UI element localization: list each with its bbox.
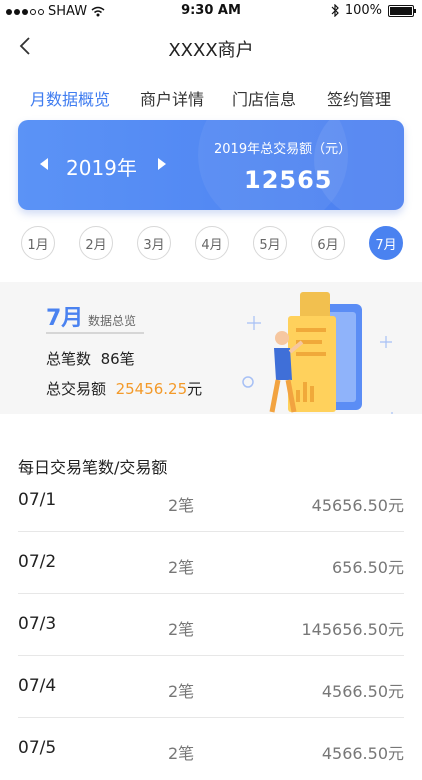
row-count: 2笔 <box>168 682 195 701</box>
row-date: 07/3 <box>18 614 57 634</box>
month-button-5[interactable]: 5月 <box>253 226 287 260</box>
row-count: 2笔 <box>168 558 195 577</box>
overview-divider <box>46 332 144 334</box>
battery-icon <box>388 4 416 17</box>
month-button-2[interactable]: 2月 <box>79 226 113 260</box>
row-date: 07/4 <box>18 676 57 696</box>
nav-bar: XXXX商户 <box>0 24 422 72</box>
previous-year-icon[interactable] <box>40 158 48 170</box>
count-value: 86笔 <box>100 350 135 368</box>
finance-illustration <box>242 292 393 414</box>
page-title: XXXX商户 <box>168 40 254 61</box>
month-button-7[interactable]: 7月 <box>369 226 403 260</box>
amount-unit: 元 <box>187 380 203 398</box>
month-button-1[interactable]: 1月 <box>21 226 55 260</box>
tab-merchant-details[interactable]: 商户详情 <box>140 86 204 110</box>
row-count: 2笔 <box>168 496 195 515</box>
month-button-6[interactable]: 6月 <box>311 226 345 260</box>
next-year-icon[interactable] <box>158 158 166 170</box>
row-count: 2笔 <box>168 620 195 639</box>
tab-bar: 月数据概览 商户详情 门店信息 签约管理 <box>0 78 422 118</box>
overview-count: 总笔数 86笔 <box>46 348 135 369</box>
year-total-label: 2019年总交易额（元） <box>214 142 352 157</box>
list-item[interactable]: 07/5 2笔 4566.50元 <box>0 718 422 780</box>
month-selector: 1月 2月 3月 4月 5月 6月 7月 <box>0 226 422 270</box>
row-count: 2笔 <box>168 744 195 763</box>
row-amount: 145656.50元 <box>301 620 404 639</box>
overview-subtitle: 数据总览 <box>88 314 137 328</box>
list-item[interactable]: 07/1 2笔 45656.50元 <box>0 470 422 532</box>
list-item[interactable]: 07/4 2笔 4566.50元 <box>0 656 422 718</box>
bluetooth-icon <box>331 4 339 17</box>
month-button-3[interactable]: 3月 <box>137 226 171 260</box>
status-bar: SHAW 9:30 AM 100% <box>0 0 422 24</box>
year-total-value: 12565 <box>244 166 333 194</box>
overview-month: 7月 <box>46 306 84 331</box>
month-button-4[interactable]: 4月 <box>195 226 229 260</box>
battery-percent: 100% <box>344 3 382 18</box>
overview-amount: 总交易额 25456.25元 <box>46 378 202 399</box>
count-label: 总笔数 <box>46 350 92 368</box>
row-amount: 4566.50元 <box>321 744 404 763</box>
amount-label: 总交易额 <box>46 380 107 398</box>
tab-monthly-overview[interactable]: 月数据概览 <box>30 86 110 110</box>
row-amount: 45656.50元 <box>311 496 404 515</box>
year-summary-card: 2019年 2019年总交易额（元） 12565 <box>18 120 404 210</box>
list-item[interactable]: 07/3 2笔 145656.50元 <box>0 594 422 656</box>
row-amount: 656.50元 <box>332 558 404 577</box>
row-date: 07/1 <box>18 490 57 510</box>
row-amount: 4566.50元 <box>321 682 404 701</box>
year-label: 2019年 <box>66 156 137 180</box>
row-date: 07/5 <box>18 738 57 758</box>
row-date: 07/2 <box>18 552 57 572</box>
list-item[interactable]: 07/2 2笔 656.50元 <box>0 532 422 594</box>
status-right: 100% <box>331 3 416 18</box>
tab-store-info[interactable]: 门店信息 <box>232 86 296 110</box>
tab-contract-management[interactable]: 签约管理 <box>327 86 391 110</box>
monthly-overview-panel: 7月 数据总览 总笔数 86笔 总交易额 25456.25元 <box>0 282 422 414</box>
amount-value: 25456.25 <box>115 380 188 398</box>
